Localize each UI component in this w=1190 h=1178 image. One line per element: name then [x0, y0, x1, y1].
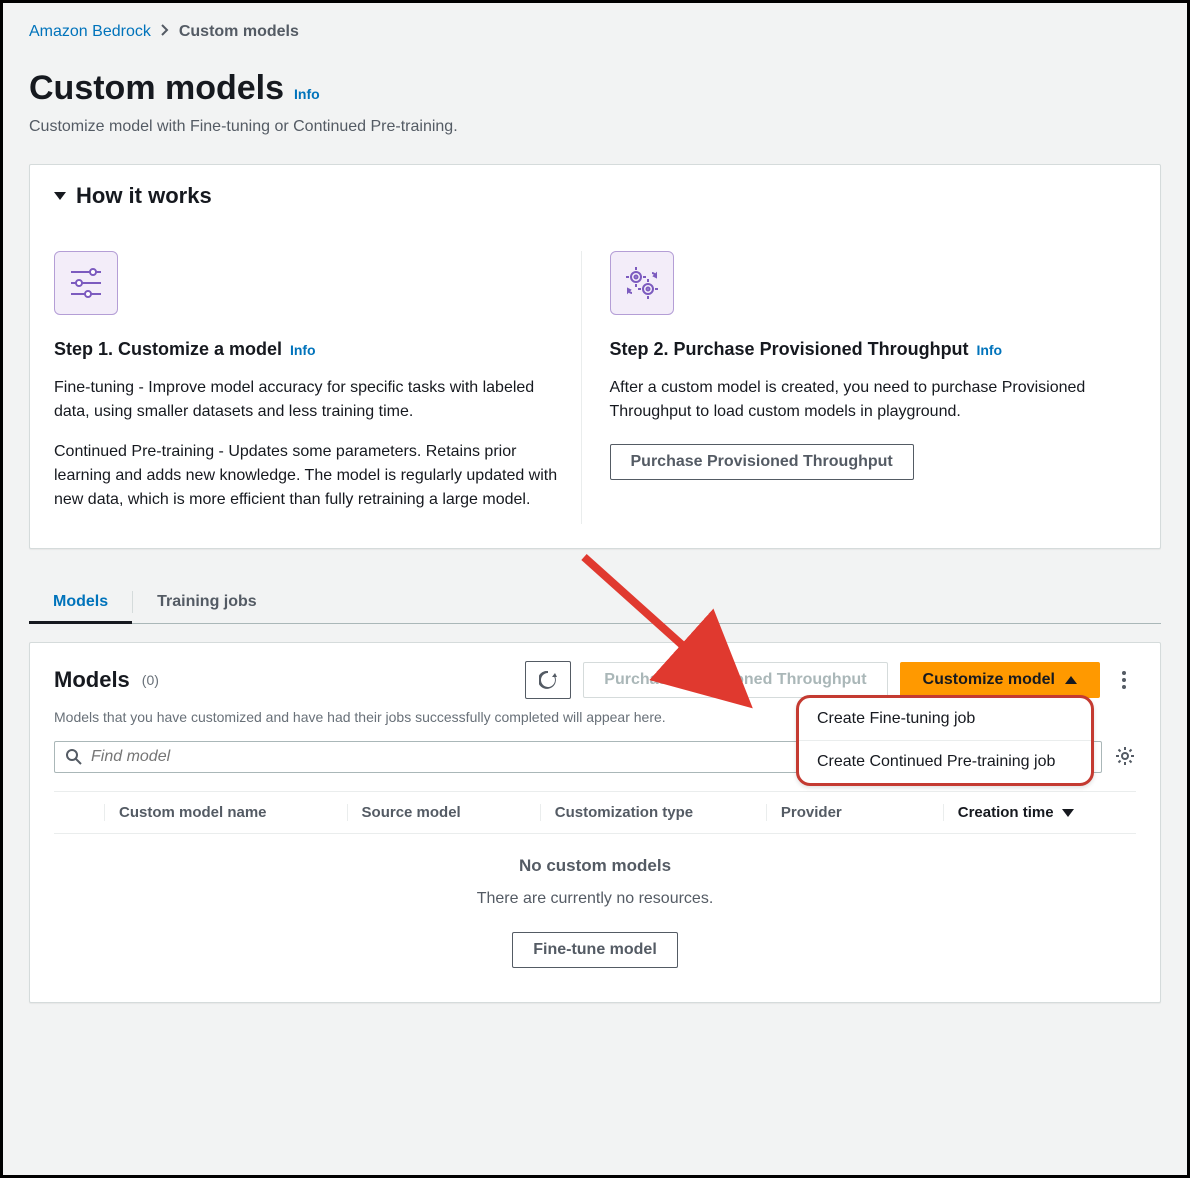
refresh-icon — [539, 671, 557, 689]
how-it-works-panel: How it works Step 1. Customize a model I… — [29, 164, 1161, 549]
customize-model-dropdown: Create Fine-tuning job Create Continued … — [796, 695, 1094, 786]
models-table: Custom model name Source model Customiza… — [54, 791, 1136, 974]
step-1: Step 1. Customize a model Info Fine-tuni… — [54, 251, 581, 524]
step-2: Step 2. Purchase Provisioned Throughput … — [581, 251, 1137, 524]
dropdown-create-continued-pretraining[interactable]: Create Continued Pre-training job — [799, 740, 1091, 783]
overflow-menu-button[interactable] — [1112, 671, 1136, 689]
tabs: Models Training jobs — [29, 581, 1161, 624]
step-1-p1: Fine-tuning - Improve model accuracy for… — [54, 376, 561, 424]
caret-down-icon — [54, 192, 66, 200]
step-1-info-link[interactable]: Info — [290, 342, 316, 358]
how-it-works-toggle[interactable]: How it works — [30, 165, 1160, 227]
info-link[interactable]: Info — [294, 86, 320, 102]
gears-icon — [610, 251, 674, 315]
col-custom-model-name[interactable]: Custom model name — [104, 804, 347, 821]
purchase-throughput-button[interactable]: Purchase Provisioned Throughput — [610, 444, 914, 480]
col-customization-type[interactable]: Customization type — [540, 804, 766, 821]
fine-tune-model-button[interactable]: Fine-tune model — [512, 932, 678, 968]
dropdown-create-fine-tuning[interactable]: Create Fine-tuning job — [799, 698, 1091, 740]
purchase-throughput-button-disabled[interactable]: Purchase Provisioned Throughput — [583, 662, 887, 698]
refresh-button[interactable] — [525, 661, 571, 699]
sliders-icon — [54, 251, 118, 315]
empty-text: There are currently no resources. — [54, 890, 1136, 908]
how-it-works-title: How it works — [76, 183, 212, 209]
tab-training-jobs[interactable]: Training jobs — [133, 581, 281, 623]
customize-model-label: Customize model — [923, 671, 1055, 689]
chevron-right-icon — [161, 23, 169, 41]
table-settings-button[interactable] — [1114, 745, 1136, 770]
search-icon — [65, 748, 83, 766]
step-1-p2: Continued Pre-training - Updates some pa… — [54, 440, 561, 512]
col-creation-time-label: Creation time — [958, 804, 1054, 821]
breadcrumb-root-link[interactable]: Amazon Bedrock — [29, 23, 151, 41]
empty-title: No custom models — [54, 856, 1136, 876]
models-count: (0) — [142, 672, 159, 688]
breadcrumb-current: Custom models — [179, 23, 299, 41]
empty-state: No custom models There are currently no … — [54, 834, 1136, 974]
step-1-title: Step 1. Customize a model — [54, 339, 282, 359]
breadcrumb: Amazon Bedrock Custom models — [29, 23, 1161, 41]
step-2-title: Step 2. Purchase Provisioned Throughput — [610, 339, 969, 359]
page-title: Custom models — [29, 69, 284, 108]
gear-icon — [1114, 745, 1136, 767]
page-subtitle: Customize model with Fine-tuning or Cont… — [29, 118, 1161, 136]
select-all-column — [54, 804, 104, 821]
customize-model-button[interactable]: Customize model — [900, 662, 1100, 698]
models-title: Models — [54, 667, 130, 693]
step-2-p1: After a custom model is created, you nee… — [610, 376, 1117, 424]
models-panel: Models (0) Purchase Provisioned Throughp… — [29, 642, 1161, 1003]
col-creation-time[interactable]: Creation time — [943, 804, 1136, 821]
tab-models[interactable]: Models — [29, 581, 132, 623]
sort-desc-icon — [1062, 809, 1074, 817]
col-provider[interactable]: Provider — [766, 804, 943, 821]
step-2-info-link[interactable]: Info — [976, 342, 1002, 358]
caret-up-icon — [1065, 676, 1077, 684]
col-source-model[interactable]: Source model — [347, 804, 540, 821]
